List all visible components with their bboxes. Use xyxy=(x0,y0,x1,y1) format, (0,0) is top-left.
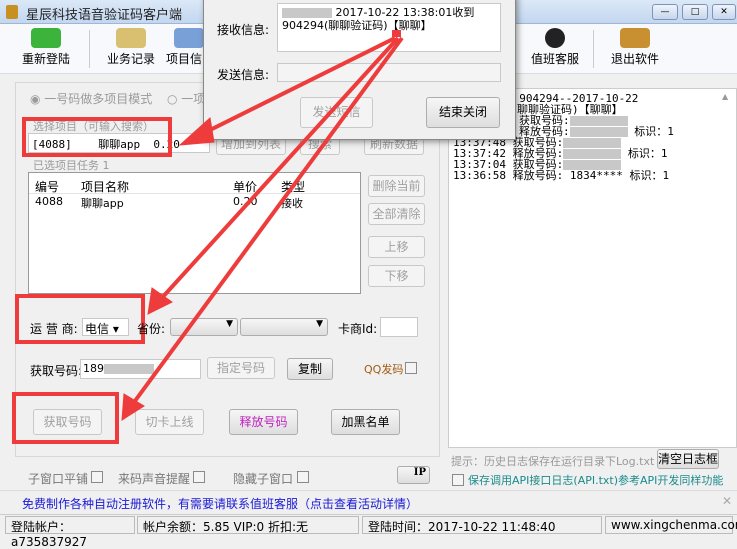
annotation-arrows xyxy=(121,36,404,421)
arrowhead xyxy=(121,393,145,421)
arrow-to-get-number xyxy=(130,36,404,407)
arrowhead xyxy=(178,117,215,146)
arrow-to-operator xyxy=(158,36,400,302)
